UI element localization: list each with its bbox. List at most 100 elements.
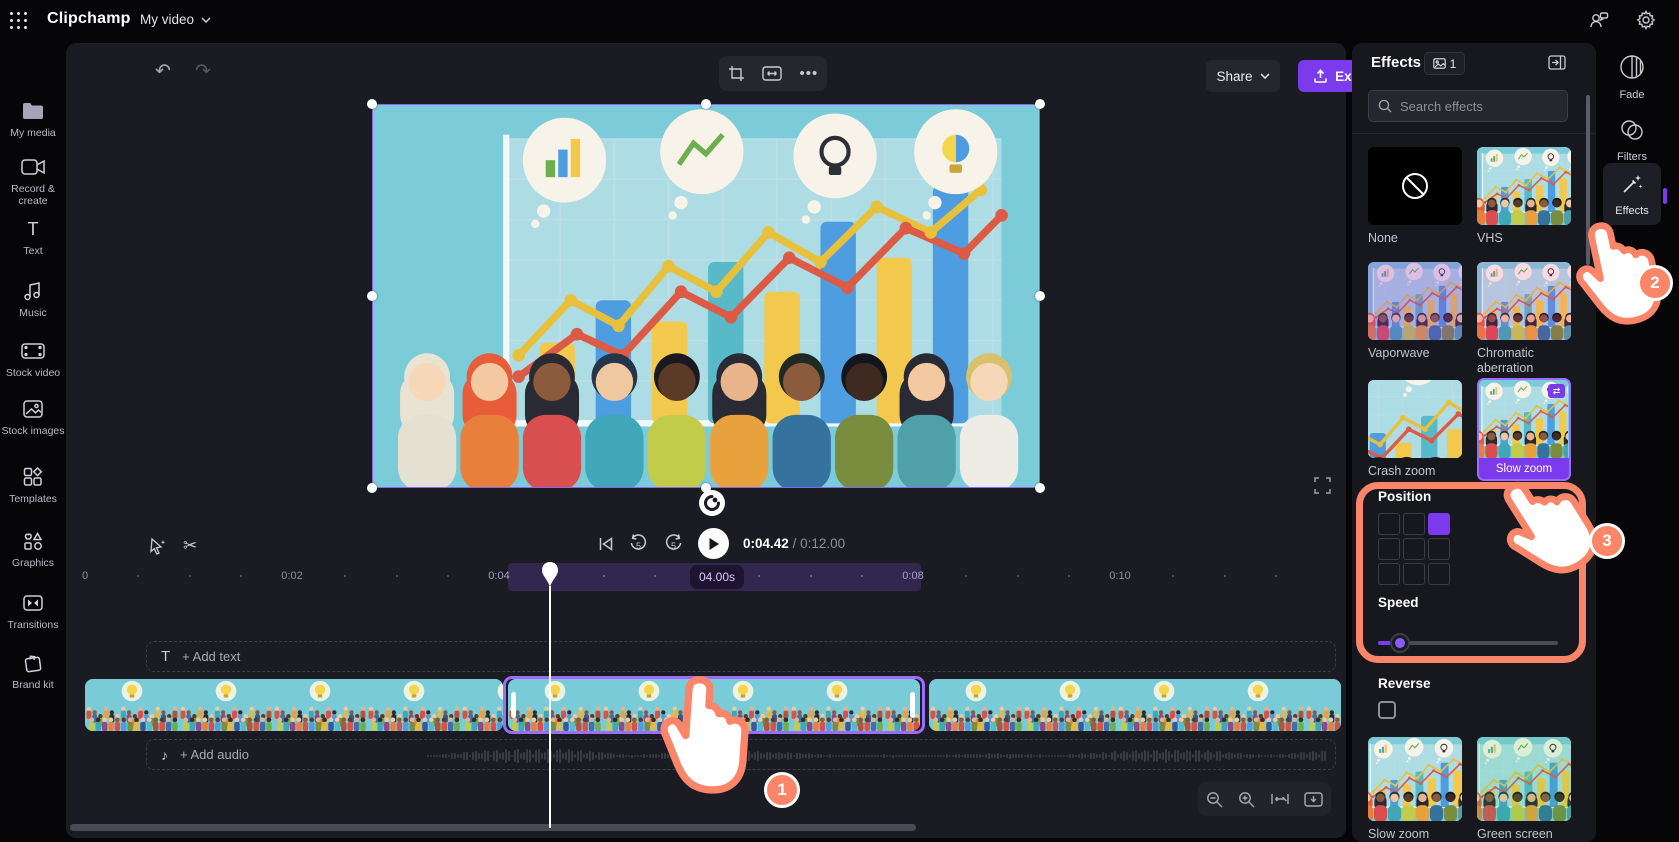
sidebar-item-text[interactable]: T Text bbox=[0, 217, 66, 257]
ruler-time-label: 0:02 bbox=[281, 570, 303, 582]
app-launcher-icon[interactable] bbox=[10, 12, 28, 30]
crop-icon[interactable] bbox=[728, 65, 745, 82]
preview-resize-handle[interactable] bbox=[1035, 291, 1045, 301]
annotation-hand-cursor-1 bbox=[653, 671, 767, 815]
collapse-panel-icon[interactable] bbox=[1548, 55, 1566, 75]
video-clip-1[interactable] bbox=[85, 679, 503, 731]
chevron-down-icon bbox=[1259, 73, 1270, 79]
effect-more-green-screen-label: Green screen bbox=[1477, 827, 1553, 841]
effect-chromatic-aberration[interactable] bbox=[1477, 262, 1571, 340]
svg-text:T: T bbox=[28, 220, 39, 238]
effects-search-box[interactable] bbox=[1368, 90, 1568, 122]
preview-resize-handle[interactable] bbox=[367, 483, 377, 493]
image-icon bbox=[0, 397, 66, 421]
reverse-checkbox[interactable] bbox=[1378, 701, 1396, 719]
effect-more-slow-zoom-label: Slow zoom bbox=[1368, 827, 1430, 841]
zoom-out-icon[interactable] bbox=[1206, 791, 1223, 808]
project-name: My video bbox=[140, 12, 195, 27]
sidebar-item-transitions[interactable]: Transitions bbox=[0, 591, 66, 631]
effect-vaporwave[interactable] bbox=[1368, 262, 1462, 340]
sidebar-item-graphics[interactable]: Graphics bbox=[0, 529, 66, 569]
play-icon bbox=[709, 537, 719, 550]
effect-vhs[interactable] bbox=[1477, 147, 1571, 225]
chevron-down-icon bbox=[201, 16, 211, 23]
time-display: 0:04.42 / 0:12.00 bbox=[743, 536, 845, 551]
sidebar-item-record-create[interactable]: Record & create bbox=[0, 155, 66, 207]
add-text-label: + Add text bbox=[182, 649, 241, 664]
redo-icon[interactable]: ↷ bbox=[195, 60, 211, 83]
fit-timeline-icon[interactable] bbox=[1271, 793, 1289, 805]
preview-resize-handle[interactable] bbox=[1035, 99, 1045, 109]
fit-icon[interactable] bbox=[762, 66, 782, 81]
preview-resize-handle[interactable] bbox=[367, 291, 377, 301]
image-icon bbox=[1432, 58, 1446, 69]
brandkit-icon bbox=[0, 651, 66, 675]
sidebar-item-templates[interactable]: Templates bbox=[0, 465, 66, 505]
folder-icon bbox=[0, 99, 66, 123]
camera-icon bbox=[0, 155, 66, 179]
forward-5-icon[interactable]: 5 bbox=[663, 534, 684, 553]
timeline-scrollbar[interactable] bbox=[70, 824, 916, 831]
effect-vhs-label: VHS bbox=[1477, 231, 1503, 245]
effect-crash-zoom[interactable] bbox=[1368, 380, 1462, 458]
selected-media-count-badge: 1 bbox=[1424, 52, 1465, 75]
add-text-track[interactable]: T + Add text bbox=[146, 641, 1336, 672]
rewind-5-icon[interactable]: 5 bbox=[628, 534, 649, 553]
canvas-toolbar: ••• bbox=[719, 56, 827, 91]
sidebar-item-stock-images[interactable]: Stock images bbox=[0, 397, 66, 437]
search-input[interactable] bbox=[1400, 98, 1550, 114]
left-sidebar: My media Record & create T Text Music Stock v… bbox=[0, 41, 66, 842]
effect-more-green-screen[interactable] bbox=[1477, 737, 1571, 821]
clipchamp-app: Clipchamp My video My media Record & crea… bbox=[0, 0, 1679, 842]
preview-resize-handle[interactable] bbox=[1035, 483, 1045, 493]
transitions-icon bbox=[0, 591, 66, 615]
effect-more-slow-zoom[interactable] bbox=[1368, 737, 1462, 821]
select-tool-icon[interactable] bbox=[148, 537, 167, 556]
tab-filters[interactable]: Filters bbox=[1592, 118, 1672, 163]
share-button[interactable]: Share bbox=[1206, 60, 1280, 92]
video-clip-3[interactable] bbox=[929, 679, 1341, 731]
tab-fade[interactable]: Fade bbox=[1592, 54, 1672, 101]
preview-resize-handle[interactable] bbox=[367, 99, 377, 109]
effect-none[interactable] bbox=[1368, 147, 1462, 225]
undo-icon[interactable]: ↶ bbox=[155, 60, 171, 83]
ruler-time-label: 0:04 bbox=[488, 570, 510, 582]
ruler-tick-dot bbox=[1275, 575, 1277, 577]
sidebar-item-brand-kit[interactable]: Brand kit bbox=[0, 651, 66, 691]
fullscreen-icon[interactable] bbox=[1314, 477, 1331, 499]
add-audio-label: + Add audio bbox=[180, 747, 250, 762]
zoom-in-icon[interactable] bbox=[1238, 791, 1255, 808]
effects-panel-title: Effects bbox=[1371, 54, 1422, 71]
share-label: Share bbox=[1216, 68, 1253, 84]
trim-handle-left[interactable] bbox=[511, 692, 516, 718]
ruler-tick-dot bbox=[810, 575, 812, 577]
tab-effects[interactable]: Effects bbox=[1592, 172, 1672, 217]
sidebar-item-my-media[interactable]: My media bbox=[0, 99, 66, 139]
export-upload-icon bbox=[1314, 69, 1327, 83]
trim-handle-right[interactable] bbox=[910, 692, 915, 718]
more-options-icon[interactable]: ••• bbox=[800, 65, 819, 82]
ruler-tick-dot bbox=[189, 575, 191, 577]
effect-chromatic-aberration-label: Chromatic aberration bbox=[1477, 346, 1534, 375]
panel-divider bbox=[1352, 133, 1596, 134]
ruler-tick-dot bbox=[861, 575, 863, 577]
settings-gear-icon[interactable] bbox=[1635, 9, 1657, 36]
skip-to-start-icon[interactable] bbox=[598, 536, 614, 552]
feedback-icon[interactable] bbox=[1588, 9, 1610, 36]
play-button[interactable] bbox=[698, 528, 729, 559]
project-name-menu[interactable]: My video bbox=[140, 12, 211, 27]
sidebar-item-stock-video[interactable]: Stock video bbox=[0, 339, 66, 379]
filters-icon bbox=[1592, 118, 1672, 147]
split-scissors-icon[interactable]: ✂ bbox=[183, 536, 197, 556]
text-icon: T bbox=[161, 648, 171, 665]
sidebar-item-music[interactable]: Music bbox=[0, 279, 66, 319]
playhead-handle[interactable] bbox=[541, 562, 559, 593]
video-preview[interactable] bbox=[372, 104, 1040, 488]
effect-crash-zoom-label: Crash zoom bbox=[1368, 464, 1436, 478]
ruler-tick-dot bbox=[396, 575, 398, 577]
timeline-view-icon[interactable] bbox=[1304, 791, 1323, 807]
ruler-tick-dot bbox=[603, 575, 605, 577]
playback-controls: 5 5 0:04.42 / 0:12.00 bbox=[598, 528, 845, 559]
preview-resize-handle[interactable] bbox=[701, 99, 711, 109]
sidebar-item-label: Templates bbox=[9, 493, 57, 505]
